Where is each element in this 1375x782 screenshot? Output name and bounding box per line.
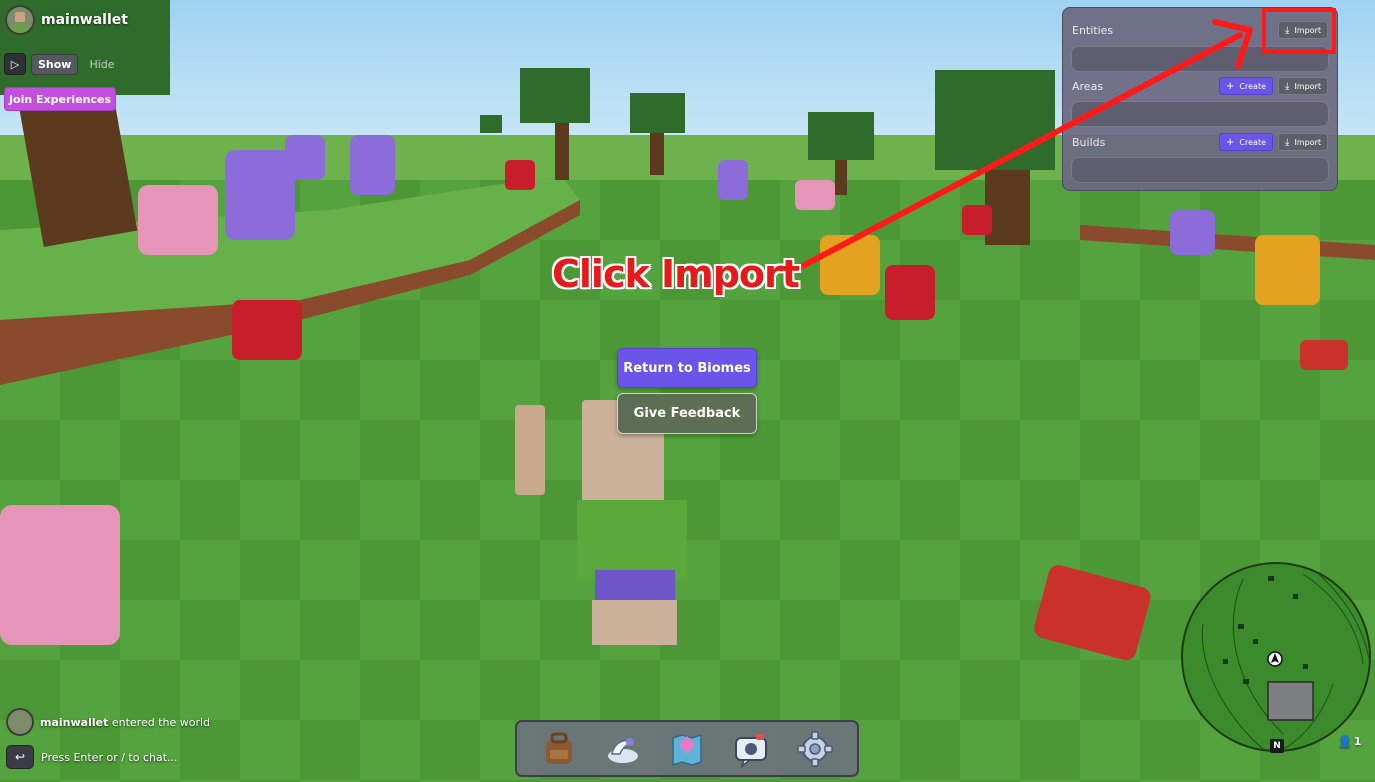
chat-message-text: entered the world [108, 715, 211, 729]
player-count-value: 1 [1353, 735, 1362, 748]
player-profile[interactable]: mainwallet [5, 5, 128, 35]
player-count: 👤 1 [1338, 735, 1361, 748]
avatar[interactable] [5, 5, 35, 35]
annotation-text: Click Import [552, 252, 800, 296]
builds-import-button[interactable]: ⤓ Import [1278, 133, 1328, 151]
plus-icon: + [1226, 136, 1235, 148]
give-feedback-button[interactable]: Give Feedback [617, 393, 757, 434]
settings-gear-icon[interactable] [792, 726, 838, 772]
show-hide-toggle: ▷ Show Hide [4, 53, 121, 75]
builds-create-button[interactable]: + Create [1219, 133, 1274, 151]
entities-label: Entities [1072, 23, 1114, 37]
chat-input[interactable]: ↩ Press Enter or / to chat... [6, 745, 178, 769]
play-icon[interactable]: ▷ [4, 53, 26, 75]
show-button[interactable]: Show [31, 53, 79, 75]
download-icon: ⤓ [1285, 136, 1290, 148]
minimap[interactable] [1181, 562, 1371, 752]
areas-field[interactable] [1071, 101, 1329, 127]
bird-emote-icon[interactable] [600, 726, 646, 772]
plus-icon: + [1226, 80, 1235, 92]
chat-hint: Press Enter or / to chat... [41, 750, 178, 764]
areas-import-button[interactable]: ⤓ Import [1278, 77, 1328, 95]
enter-icon[interactable]: ↩ [6, 745, 34, 769]
compass-north-label: N [1270, 739, 1284, 753]
areas-label: Areas [1072, 79, 1104, 93]
join-experiences-button[interactable]: Join Experiences [4, 87, 116, 111]
return-to-biomes-button[interactable]: Return to Biomes [617, 348, 757, 388]
builds-row: Builds + Create ⤓ Import [1072, 133, 1328, 151]
players-icon: 👤 [1338, 735, 1352, 748]
download-icon: ⤓ [1285, 80, 1290, 92]
builds-field[interactable] [1071, 157, 1329, 183]
areas-row: Areas + Create ⤓ Import [1072, 77, 1328, 95]
camera-icon[interactable] [728, 726, 774, 772]
username-label: mainwallet [41, 12, 128, 28]
hotbar [515, 720, 859, 777]
annotation-highlight-box [1262, 8, 1336, 54]
map-icon[interactable] [664, 726, 710, 772]
hide-button[interactable]: Hide [83, 55, 120, 74]
chat-message: mainwallet entered the world [6, 708, 210, 736]
backpack-icon[interactable] [536, 726, 582, 772]
chat-avatar [6, 708, 34, 736]
chat-message-user: mainwallet [40, 715, 109, 729]
areas-create-button[interactable]: + Create [1219, 77, 1274, 95]
builds-label: Builds [1072, 135, 1106, 149]
